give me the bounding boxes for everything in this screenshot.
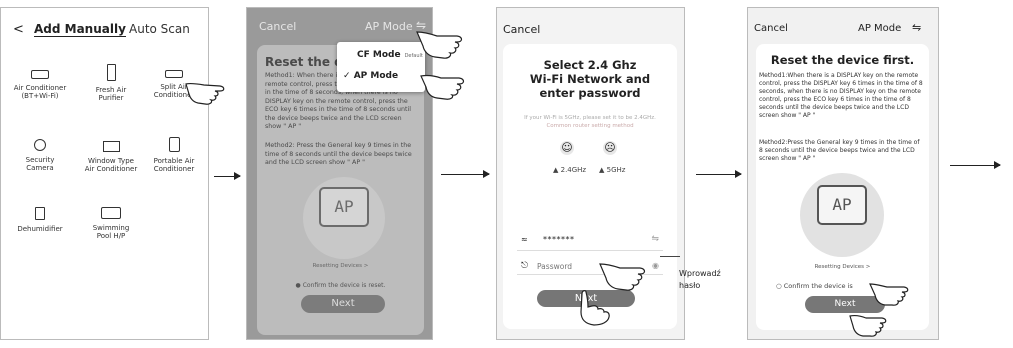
smile-icon: ☺ <box>560 141 574 155</box>
cancel-button[interactable]: Cancel <box>754 23 788 34</box>
lcd-screen: AP <box>817 185 867 225</box>
window-ac-icon <box>102 141 120 152</box>
menu-item-ap-mode[interactable]: ✓ AP Mode <box>343 71 398 81</box>
ap-mode-menu-screen: Cancel AP Mode ⇋ Reset the d Method1: Wh… <box>246 7 433 340</box>
pointing-hand-icon <box>599 263 646 291</box>
resetting-devices-link[interactable]: Resetting Devices > <box>257 263 424 269</box>
back-icon[interactable]: < <box>13 22 24 37</box>
card-title: Select 2.4 Ghz Wi-Fi Network and enter p… <box>529 58 651 100</box>
pointing-hand-icon <box>849 315 887 337</box>
card-title: Reset the device first. <box>770 53 915 67</box>
pointing-hand-icon <box>420 75 465 100</box>
purifier-icon <box>106 64 116 81</box>
pointing-hand-icon <box>869 283 909 306</box>
cancel-button[interactable]: Cancel <box>503 23 540 36</box>
callout-line <box>660 256 680 257</box>
router-setting-link[interactable]: Common router setting method <box>546 123 633 129</box>
method1-text: Method1:When there is a DISPLAY key on t… <box>759 72 923 119</box>
device-fresh-air-purifier[interactable]: Fresh Air Purifier <box>76 64 146 102</box>
band-24ghz: ▲ 2.4GHz <box>553 166 587 174</box>
flow-arrow <box>950 161 1001 169</box>
flow-arrow <box>214 172 241 180</box>
next-button[interactable]: Next <box>301 295 385 313</box>
mode-label: AP Mode <box>858 23 902 34</box>
wifi-note: If your Wi-Fi is 5GHz, please set it to … <box>524 115 656 129</box>
check-icon: ✓ <box>343 71 351 81</box>
confirm-reset-checkbox[interactable]: ● Confirm the device is reset. <box>257 282 424 289</box>
confirm-reset-checkbox[interactable]: ○ Confirm the device is <box>776 282 853 290</box>
method2-text: Method2:Press the General key 9 times in… <box>759 139 920 162</box>
tab-auto-scan[interactable]: Auto Scan <box>129 22 190 36</box>
dehumidifier-icon <box>35 207 45 220</box>
tab-add-manually[interactable]: Add Manually <box>34 22 126 37</box>
mode-dropdown-menu: CF Mode Default ✓ AP Mode <box>337 42 425 92</box>
password-input[interactable] <box>537 262 597 271</box>
wifi-icon: ≈ <box>521 235 528 244</box>
camera-icon <box>34 139 46 151</box>
device-window-type-ac[interactable]: Window Type Air Conditioner <box>76 141 146 173</box>
wifi-network-field[interactable]: ******* <box>543 235 575 244</box>
lcd-screen: AP <box>319 187 369 227</box>
card-title: Reset the d <box>265 55 343 69</box>
resetting-devices-link[interactable]: Resetting Devices > <box>756 264 929 270</box>
portable-ac-icon <box>168 137 180 152</box>
band-5ghz: ▲ 5GHz <box>599 166 626 174</box>
password-callout-label: Wprowadź hasło <box>679 269 721 290</box>
add-device-screen: < Add Manually Auto Scan Air Conditioner… <box>0 7 209 340</box>
device-display-illustration: AP <box>303 177 385 259</box>
air-conditioner-icon <box>31 70 49 79</box>
flow-arrow <box>441 170 490 178</box>
menu-item-cf-mode[interactable]: CF Mode Default <box>357 50 423 60</box>
device-air-conditioner-bt-wifi[interactable]: Air Conditioner (BT+Wi-Fi) <box>5 66 75 100</box>
sad-icon: ☹ <box>603 141 617 155</box>
device-portable-ac[interactable]: Portable Air Conditioner <box>139 137 208 173</box>
pointing-hand-icon <box>416 31 463 59</box>
method2-text: Method2: Press the General key 9 times i… <box>265 142 412 166</box>
pointing-hand-icon <box>185 82 225 105</box>
flow-arrow <box>696 170 742 178</box>
header: < Add Manually Auto Scan <box>1 22 208 44</box>
pointing-hand-icon <box>580 290 610 326</box>
device-dehumidifier[interactable]: Dehumidifier <box>5 207 75 233</box>
device-display-illustration: AP <box>800 173 884 257</box>
device-swimming-pool-hp[interactable]: Swimming Pool H/P <box>76 207 146 240</box>
cancel-button[interactable]: Cancel <box>259 20 296 33</box>
divider <box>517 250 663 251</box>
split-ac-icon <box>165 70 183 78</box>
pool-heat-pump-icon <box>101 207 121 219</box>
switch-network-icon[interactable]: ⇋ <box>651 234 659 244</box>
mode-label: AP Mode <box>365 20 413 33</box>
device-security-camera[interactable]: Security Camera <box>5 139 75 172</box>
switch-mode-icon[interactable]: ⇋ <box>912 21 921 34</box>
lock-icon: ⎋ <box>521 261 529 271</box>
